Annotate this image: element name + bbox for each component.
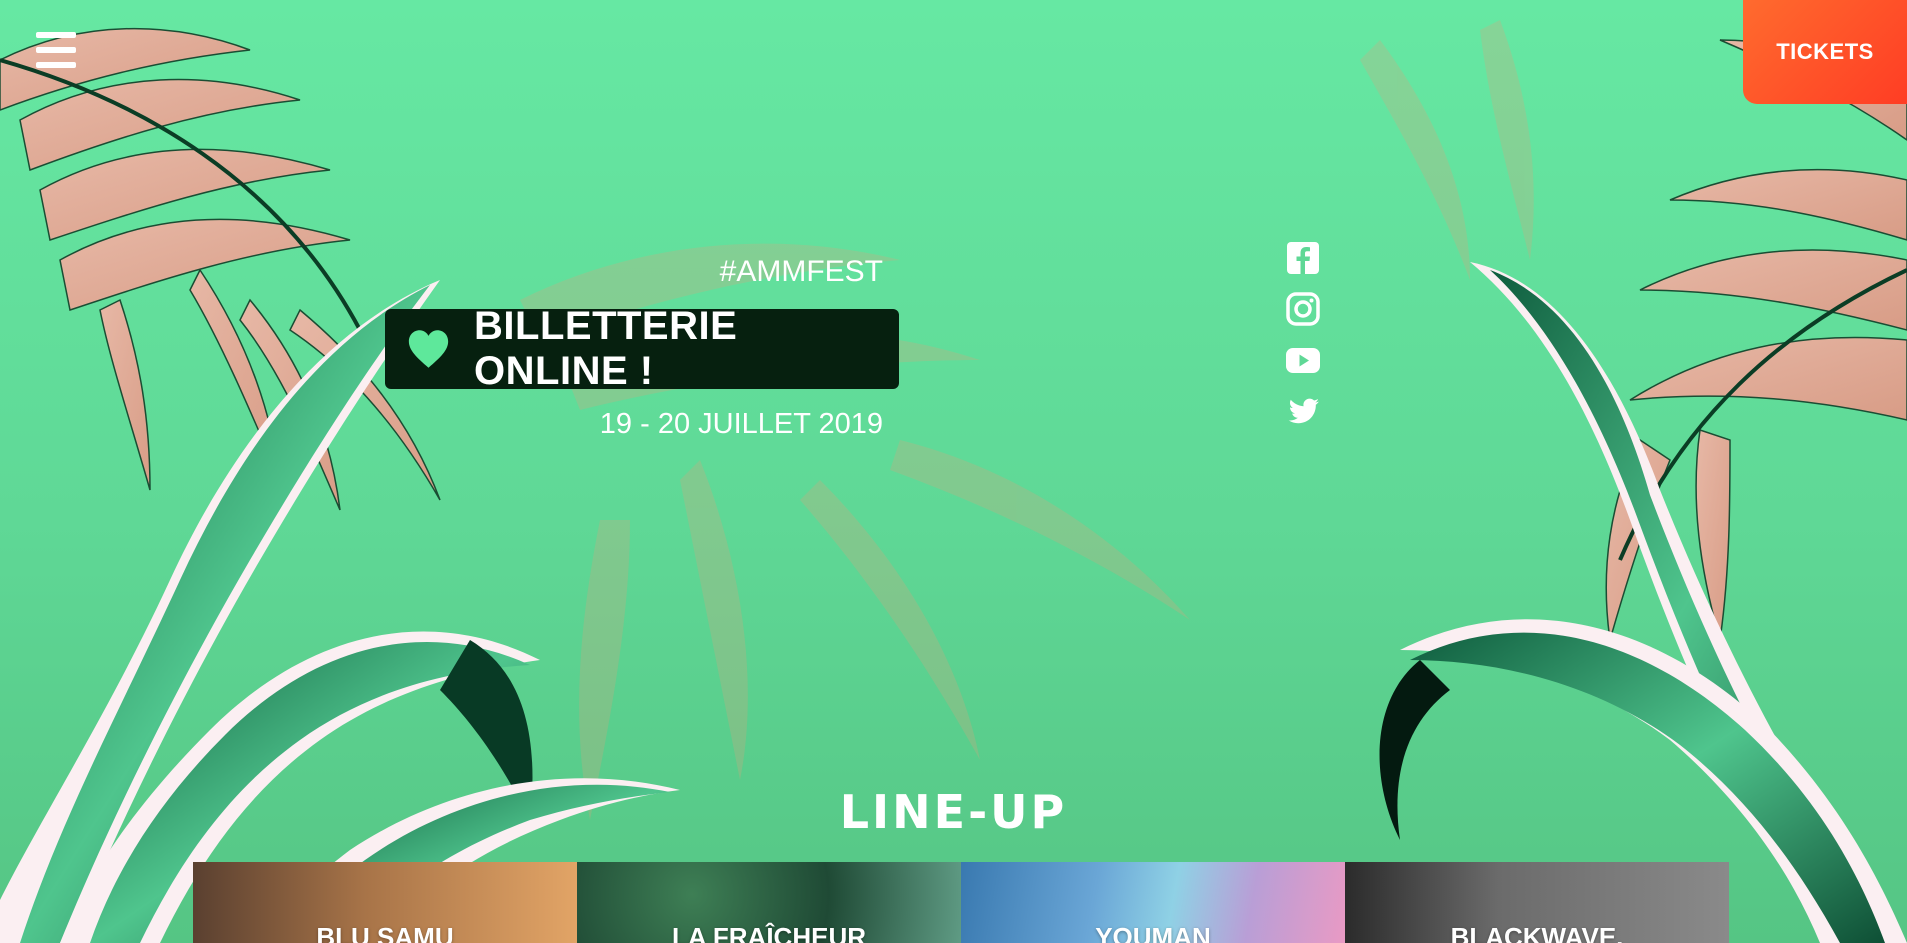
artist-name: YOUMAN (1095, 922, 1211, 943)
billetterie-online-button[interactable]: BILLETTERIE ONLINE ! (385, 304, 899, 393)
artist-name: BLACKWAVE. (1450, 922, 1624, 943)
artist-name: LA FRAÎCHEUR (671, 922, 867, 943)
tickets-button[interactable]: TICKETS (1743, 0, 1907, 104)
menu-bar (36, 47, 76, 53)
hamburger-menu-icon[interactable] (36, 32, 76, 68)
menu-bar (36, 62, 76, 68)
artist-card[interactable]: BLU SAMU (193, 862, 577, 943)
artist-card[interactable]: LA FRAÎCHEUR (577, 862, 961, 943)
artist-name: BLU SAMU (316, 922, 454, 943)
social-links (1283, 238, 1323, 442)
festival-dates: 19 - 20 JUILLET 2019 (599, 408, 883, 440)
menu-bar (36, 32, 76, 38)
artist-card[interactable]: YOUMAN (961, 862, 1345, 943)
hashtag: #AMMFEST (719, 255, 883, 288)
twitter-icon[interactable] (1283, 391, 1323, 431)
instagram-icon[interactable] (1283, 289, 1323, 329)
lineup-title: LINE-UP (839, 785, 1068, 839)
youtube-icon[interactable] (1283, 340, 1323, 380)
heart-icon (408, 330, 449, 368)
billetterie-label: BILLETTERIE ONLINE ! (474, 304, 738, 393)
artist-card[interactable]: BLACKWAVE. (1345, 862, 1729, 943)
artist-list: BLU SAMU LA FRAÎCHEUR YOUMAN BLACKWAVE. (193, 862, 1729, 943)
facebook-icon[interactable] (1283, 238, 1323, 278)
